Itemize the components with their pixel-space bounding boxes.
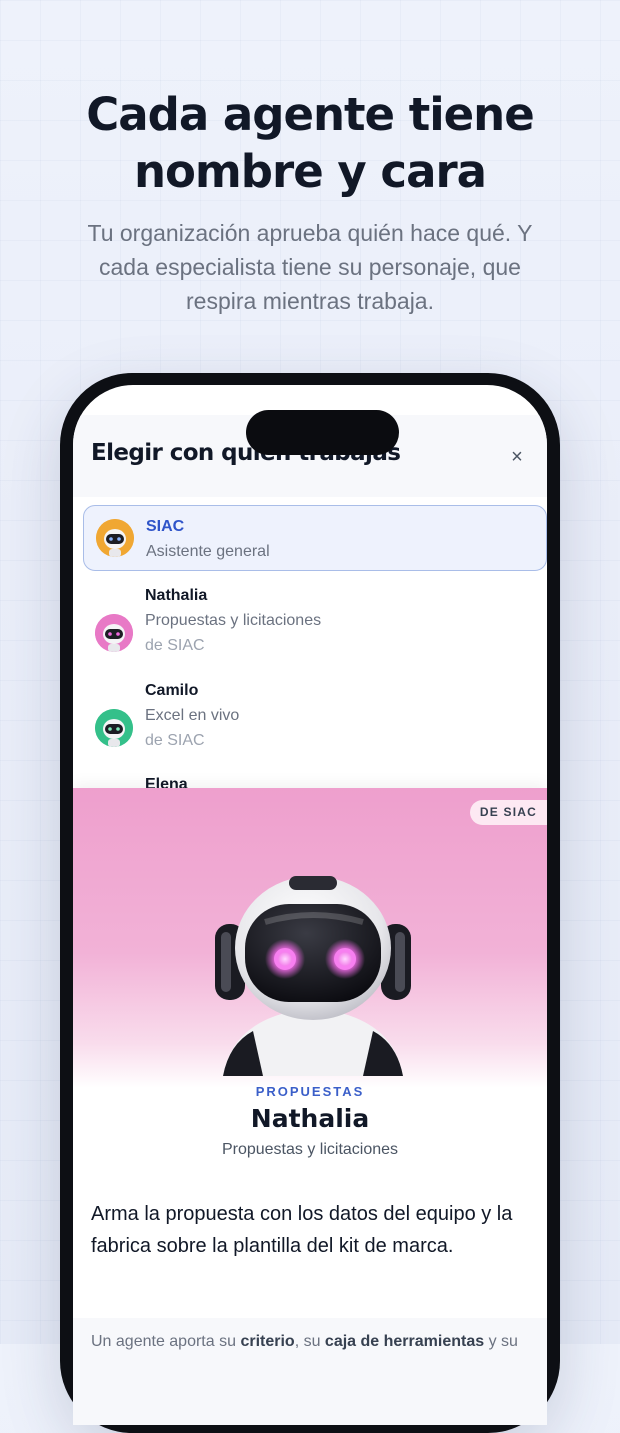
close-button[interactable]: ×: [505, 445, 529, 469]
description-line-2: fabrica sobre la plantilla del kit de ma…: [91, 1235, 454, 1257]
footer-bold-2: caja de herramientas: [324, 1333, 485, 1350]
agent-role: Excel en vivo: [145, 707, 240, 724]
footer-note: Un agente aporta su criterio, su caja de…: [91, 1333, 547, 1351]
agent-item-nathalia[interactable]: Nathalia Propuestas y licitaciones de SI…: [83, 577, 547, 665]
agent-name: Camilo: [145, 682, 199, 699]
phone-screen: Elegir con quién trabajas × SIAC Asisten…: [73, 385, 547, 1425]
robot-character-image: [215, 876, 411, 1076]
footer-text-2: , su: [294, 1333, 325, 1350]
agent-role: Asistente general: [146, 543, 270, 560]
agent-item-siac[interactable]: SIAC Asistente general: [83, 505, 547, 571]
robot-avatar-icon: [96, 519, 134, 557]
subtitle-line-2: cada especialista tiene su personaje, qu…: [99, 254, 521, 280]
agent-name: SIAC: [146, 518, 185, 535]
subtitle-line-1: Tu organización aprueba quién hace qué. …: [87, 220, 533, 246]
agent-item-camilo[interactable]: Camilo Excel en vivo de SIAC: [83, 672, 547, 760]
headline-line-2: nombre y cara: [133, 145, 487, 198]
footer-text-3: y su: [484, 1333, 518, 1350]
subtitle-line-3: respira mientras trabaja.: [186, 288, 434, 314]
agent-category: PROPUESTAS: [255, 1084, 365, 1099]
agent-role: Propuestas y licitaciones: [145, 612, 322, 629]
headline-line-1: Cada agente tiene: [86, 88, 534, 141]
dynamic-island: [246, 410, 399, 455]
robot-avatar-icon: [95, 709, 133, 747]
phone-frame: Elegir con quién trabajas × SIAC Asisten…: [60, 373, 560, 1433]
agent-detail-role: Propuestas y licitaciones: [221, 1141, 399, 1158]
agent-name: Nathalia: [145, 587, 208, 604]
footer-bold-1: criterio: [240, 1333, 295, 1350]
robot-avatar-icon: [95, 614, 133, 652]
description-line-1: Arma la propuesta con los datos del equi…: [91, 1203, 513, 1225]
source-badge: DE SIAC: [469, 800, 547, 825]
page-headline: Cada agente tiene nombre y cara: [0, 86, 620, 200]
agent-detail-card: DE SIAC PROPUESTAS Nathalia Propuestas y…: [73, 788, 547, 1425]
footer-text-1: Un agente aporta su: [91, 1333, 241, 1350]
page-subtitle: Tu organización aprueba quién hace qué. …: [60, 216, 560, 318]
agent-source: de SIAC: [145, 637, 205, 654]
agent-source: de SIAC: [145, 732, 205, 749]
agent-description: Arma la propuesta con los datos del equi…: [91, 1198, 529, 1262]
agent-detail-name: Nathalia: [250, 1104, 370, 1133]
